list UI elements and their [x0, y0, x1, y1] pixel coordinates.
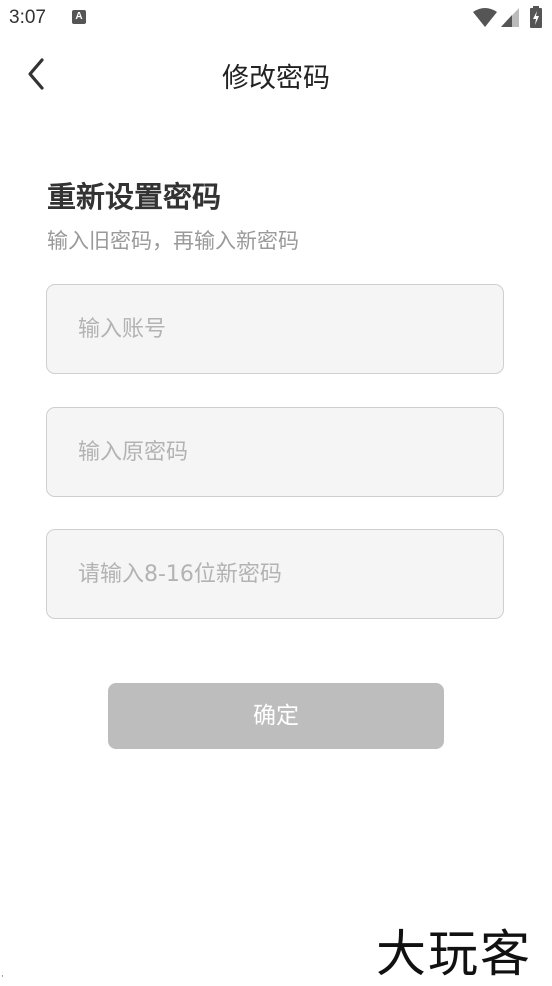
cell-signal-icon [501, 8, 519, 27]
corner-mark: · [1, 972, 4, 982]
android-notification-icon: A [72, 10, 86, 24]
old-password-field-container [46, 407, 504, 497]
watermark-logo: 大玩客 [376, 925, 532, 983]
new-password-input[interactable] [47, 530, 503, 618]
navigation-bar: 修改密码 [0, 36, 552, 110]
old-password-input[interactable] [47, 408, 503, 496]
status-time: 3:07 [9, 7, 46, 28]
confirm-button[interactable]: 确定 [108, 683, 444, 749]
battery-charging-icon [530, 6, 542, 28]
account-input[interactable] [47, 285, 503, 373]
page-title: 修改密码 [222, 63, 330, 94]
form-heading: 重新设置密码 [47, 180, 222, 214]
wifi-icon [473, 8, 497, 27]
status-bar: 3:07 A [0, 0, 552, 36]
account-field-container [46, 284, 504, 374]
new-password-field-container [46, 529, 504, 619]
form-subheading: 输入旧密码，再输入新密码 [47, 229, 299, 253]
